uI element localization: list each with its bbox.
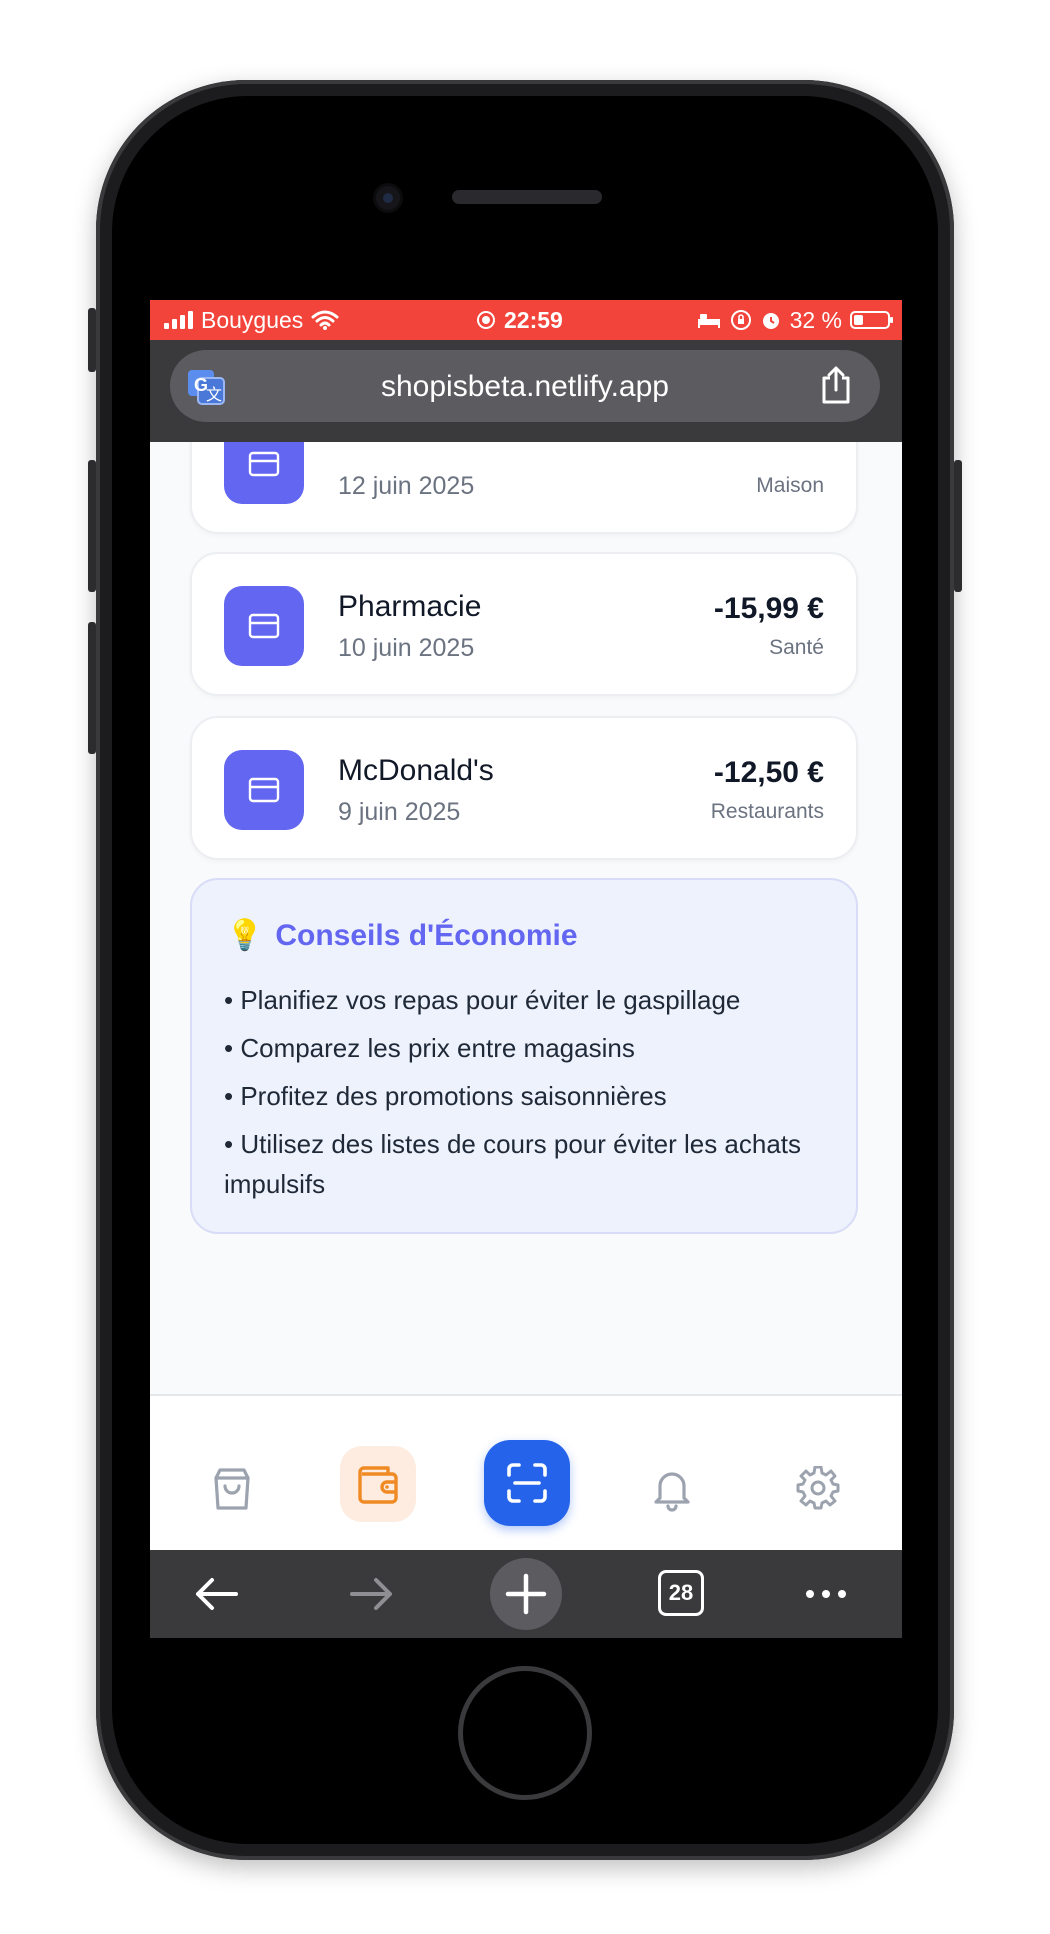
- tab-shopping[interactable]: [190, 1446, 274, 1530]
- url-text: shopisbeta.netlify.app: [381, 370, 669, 403]
- power-button: [954, 460, 962, 592]
- alarm-icon: [762, 313, 779, 329]
- plus-icon: [505, 1573, 547, 1615]
- wallet-icon: [358, 1466, 398, 1504]
- front-camera: [376, 186, 400, 210]
- status-bar: Bouygues 22:59 32 %: [150, 300, 902, 340]
- browser-toolbar: 28: [150, 1550, 902, 1638]
- forward-arrow-icon[interactable]: [344, 1566, 400, 1622]
- transaction-name: Pharmacie: [338, 590, 482, 623]
- transaction-date: 12 juin 2025: [338, 472, 475, 500]
- transaction-category: Maison: [756, 474, 824, 497]
- card-icon: [224, 586, 304, 666]
- orientation-lock-icon: [730, 310, 751, 330]
- tip-item: • Planifiez vos repas pour éviter le gas…: [224, 985, 741, 1015]
- more-options-icon[interactable]: [798, 1566, 854, 1622]
- bottom-tab-bar: [150, 1394, 902, 1550]
- tips-title: Conseils d'Économie: [275, 918, 578, 952]
- tab-notifications[interactable]: [630, 1446, 714, 1530]
- transaction-category: Santé: [769, 636, 824, 659]
- share-icon[interactable]: [818, 364, 854, 406]
- tab-scan[interactable]: [484, 1440, 570, 1526]
- tab-settings[interactable]: [776, 1446, 860, 1530]
- url-field[interactable]: G 文 shopisbeta.netlify.app: [170, 350, 880, 422]
- battery-icon: [850, 311, 893, 329]
- new-tab-button[interactable]: [490, 1558, 562, 1630]
- tips-header: 💡 Conseils d'Économie: [226, 918, 578, 953]
- battery-percentage: 32 %: [789, 306, 842, 333]
- transaction-name: McDonald's: [338, 754, 494, 787]
- back-arrow-icon[interactable]: [188, 1566, 244, 1622]
- tabs-count-button[interactable]: 28: [658, 1570, 704, 1616]
- transaction-card[interactable]: McDonald's 9 juin 2025 -12,50 € Restaura…: [190, 716, 858, 860]
- transaction-amount: -12,50 €: [713, 756, 824, 789]
- tip-item: • Profitez des promotions saisonnières: [224, 1081, 667, 1111]
- transaction-amount: -15,99 €: [713, 592, 824, 625]
- transaction-category: Restaurants: [710, 800, 824, 823]
- mute-switch: [88, 308, 96, 372]
- card-icon: [224, 442, 304, 504]
- earpiece-speaker: [452, 190, 602, 204]
- savings-tips-card: 💡 Conseils d'Économie • Planifiez vos re…: [190, 878, 858, 1234]
- volume-down-button: [88, 622, 96, 754]
- transaction-card[interactable]: Pharmacie 10 juin 2025 -15,99 € Santé: [190, 552, 858, 696]
- sleep-mode-icon: [697, 314, 720, 328]
- card-icon: [224, 750, 304, 830]
- screen: Bouygues 22:59 32 % G 文 shopisbeta.netli…: [150, 300, 902, 1638]
- tip-item: • Utilisez des listes de cours pour évit…: [224, 1129, 802, 1199]
- volume-up-button: [88, 460, 96, 592]
- carrier-label: Bouygues: [201, 306, 304, 333]
- page-content: 12 juin 2025 Maison Pharmacie 10 juin 20…: [150, 442, 902, 1394]
- clock: 22:59: [504, 306, 563, 333]
- recording-icon: [477, 311, 495, 329]
- transaction-date: 10 juin 2025: [338, 634, 475, 662]
- gear-icon: [796, 1466, 840, 1510]
- tips-list: • Planifiez vos repas pour éviter le gas…: [224, 980, 824, 1212]
- wifi-icon: [311, 310, 339, 330]
- home-button[interactable]: [458, 1666, 592, 1800]
- browser-address-bar: G 文 shopisbeta.netlify.app: [150, 340, 902, 442]
- bell-icon: [654, 1472, 690, 1512]
- signal-icon: [164, 311, 193, 329]
- transaction-card[interactable]: 12 juin 2025 Maison: [190, 442, 858, 534]
- shopping-bag-icon: [214, 1468, 250, 1510]
- tab-wallet[interactable]: [340, 1446, 416, 1522]
- scan-icon: [507, 1463, 547, 1503]
- tip-item: • Comparez les prix entre magasins: [224, 1033, 635, 1063]
- transaction-date: 9 juin 2025: [338, 798, 461, 826]
- lightbulb-icon: 💡: [226, 919, 264, 952]
